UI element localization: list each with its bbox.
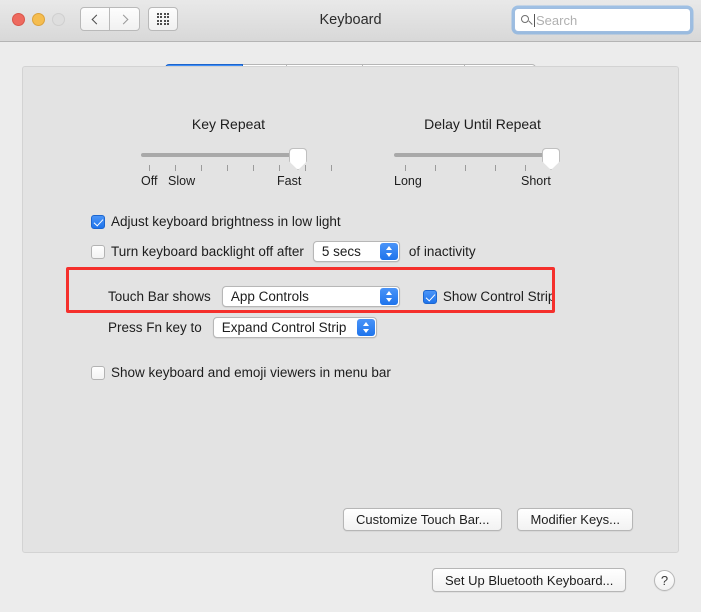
show-control-strip-label: Show Control Strip <box>442 289 556 304</box>
show-control-strip-checkbox[interactable] <box>422 289 437 304</box>
modifier-keys-button[interactable]: Modifier Keys... <box>517 508 634 531</box>
slider-label-slow: Slow <box>168 174 196 188</box>
help-button[interactable]: ? <box>654 570 675 591</box>
question-mark-icon: ? <box>660 573 669 588</box>
slider-thumb[interactable] <box>542 148 560 170</box>
popup-arrows-icon[interactable] <box>356 319 375 336</box>
backlight-off-suffix-label: of inactivity <box>408 244 476 259</box>
popup-arrows-icon[interactable] <box>379 288 398 305</box>
slider-label-fast: Fast <box>277 174 302 188</box>
key-repeat-title: Key Repeat <box>191 116 266 132</box>
slider-label-off: Off <box>141 174 158 188</box>
show-viewers-label: Show keyboard and emoji viewers in menu … <box>111 365 391 380</box>
press-fn-key-value: Expand Control Strip <box>221 320 347 335</box>
search-icon <box>520 14 533 27</box>
press-fn-key-row[interactable]: Press Fn key to Expand Control Strip <box>108 317 377 338</box>
search-placeholder: Search <box>536 12 578 28</box>
keyboard-settings-panel: Key Repeat Off Slow Fast Delay Until Rep… <box>22 66 679 553</box>
customize-touch-bar-button[interactable]: Customize Touch Bar... <box>343 508 503 531</box>
backlight-off-row[interactable]: Turn keyboard backlight off after 5 secs… <box>91 241 476 262</box>
button-label: Modifier Keys... <box>530 512 621 527</box>
backlight-off-checkbox[interactable] <box>91 244 105 259</box>
slider-label-short: Short <box>521 174 551 188</box>
search-field[interactable]: Search <box>514 8 691 32</box>
key-repeat-slider-group: Key Repeat Off Slow Fast <box>141 116 332 194</box>
delay-until-repeat-slider-group: Delay Until Repeat Long Short <box>394 116 571 194</box>
touch-bar-shows-label: Touch Bar shows <box>108 289 211 304</box>
touch-bar-shows-row[interactable]: Touch Bar shows App Controls Show Contro… <box>108 286 555 307</box>
key-repeat-slider[interactable]: Off Slow Fast <box>141 148 332 194</box>
adjust-brightness-checkbox[interactable] <box>91 214 105 229</box>
touch-bar-shows-select[interactable]: App Controls <box>221 286 400 307</box>
keyboard-preferences-window: Keyboard Search Keyboard Text Shortcuts … <box>0 0 701 612</box>
delay-until-repeat-title: Delay Until Repeat <box>424 116 541 132</box>
set-up-bluetooth-keyboard-button[interactable]: Set Up Bluetooth Keyboard... <box>432 568 627 592</box>
window-titlebar: Keyboard Search <box>0 0 701 42</box>
slider-label-long: Long <box>394 174 422 188</box>
footer-buttons: Set Up Bluetooth Keyboard... <box>432 568 627 592</box>
button-label: Set Up Bluetooth Keyboard... <box>445 572 614 588</box>
slider-ticks <box>405 165 526 171</box>
button-label: Customize Touch Bar... <box>356 512 490 527</box>
text-caret <box>534 13 535 27</box>
show-viewers-checkbox[interactable] <box>91 365 105 380</box>
touch-bar-shows-value: App Controls <box>230 289 309 304</box>
press-fn-key-label: Press Fn key to <box>108 320 202 335</box>
adjust-brightness-row[interactable]: Adjust keyboard brightness in low light <box>91 214 341 229</box>
adjust-brightness-label: Adjust keyboard brightness in low light <box>111 214 341 229</box>
backlight-off-label: Turn keyboard backlight off after <box>111 244 304 259</box>
backlight-delay-value: 5 secs <box>321 244 361 259</box>
slider-ticks <box>149 165 332 171</box>
backlight-delay-select[interactable]: 5 secs <box>312 241 400 262</box>
show-viewers-row[interactable]: Show keyboard and emoji viewers in menu … <box>91 365 391 380</box>
slider-track <box>141 153 299 157</box>
panel-action-buttons: Customize Touch Bar... Modifier Keys... <box>343 508 634 531</box>
slider-track <box>394 153 552 157</box>
delay-until-repeat-slider[interactable]: Long Short <box>394 148 571 194</box>
stepper-arrows-icon[interactable] <box>379 243 398 260</box>
press-fn-key-select[interactable]: Expand Control Strip <box>212 317 377 338</box>
